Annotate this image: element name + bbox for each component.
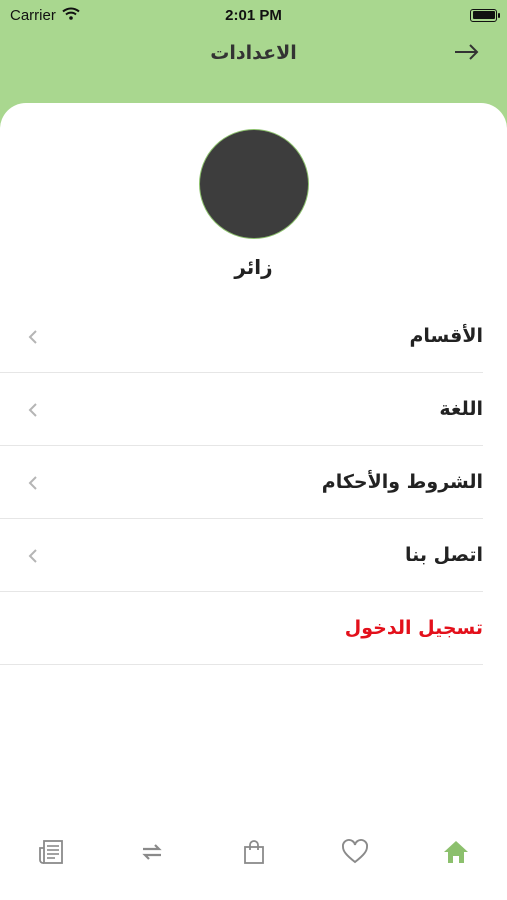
heart-icon: [341, 839, 368, 864]
newspaper-icon: [38, 840, 63, 864]
wifi-icon: [62, 7, 80, 24]
user-name: زائر: [234, 255, 273, 279]
shopping-bag-icon: [243, 840, 264, 864]
tab-home[interactable]: [406, 834, 507, 870]
menu-item-categories[interactable]: الأقسام: [0, 300, 483, 373]
status-bar: Carrier 2:01 PM: [0, 0, 507, 30]
settings-menu: الأقسام اللغة الشروط والأحكام اتصل بنا ت…: [0, 300, 483, 665]
menu-item-contact[interactable]: اتصل بنا: [0, 519, 483, 592]
menu-item-language[interactable]: اللغة: [0, 373, 483, 446]
menu-item-label: اللغة: [439, 398, 483, 420]
tab-favorites[interactable]: [304, 834, 405, 870]
back-button[interactable]: [453, 40, 481, 64]
home-icon: [444, 841, 469, 863]
chevron-left-icon: [28, 330, 37, 344]
login-button[interactable]: تسجيل الدخول: [0, 592, 483, 665]
login-label: تسجيل الدخول: [344, 617, 483, 639]
chevron-left-icon: [28, 403, 37, 417]
page-title: الاعدادات: [210, 42, 297, 64]
avatar[interactable]: [199, 129, 309, 239]
tab-bar: [0, 824, 507, 900]
nav-bar: الاعدادات: [0, 30, 507, 76]
carrier-label: Carrier: [10, 6, 56, 24]
exchange-icon: [142, 844, 162, 860]
menu-item-terms[interactable]: الشروط والأحكام: [0, 446, 483, 519]
tab-exchange[interactable]: [101, 834, 202, 870]
chevron-left-icon: [28, 549, 37, 563]
arrow-right-icon: [455, 44, 479, 60]
tab-shop[interactable]: [203, 834, 304, 870]
menu-item-label: الأقسام: [409, 325, 484, 347]
chevron-left-icon: [28, 476, 37, 490]
menu-item-label: اتصل بنا: [405, 544, 483, 566]
status-left: Carrier: [10, 7, 80, 24]
battery-icon: [470, 8, 500, 22]
tab-news[interactable]: [0, 834, 101, 870]
menu-item-label: الشروط والأحكام: [321, 471, 483, 493]
settings-card: زائر الأقسام اللغة الشروط والأحكام اتصل …: [0, 103, 507, 900]
